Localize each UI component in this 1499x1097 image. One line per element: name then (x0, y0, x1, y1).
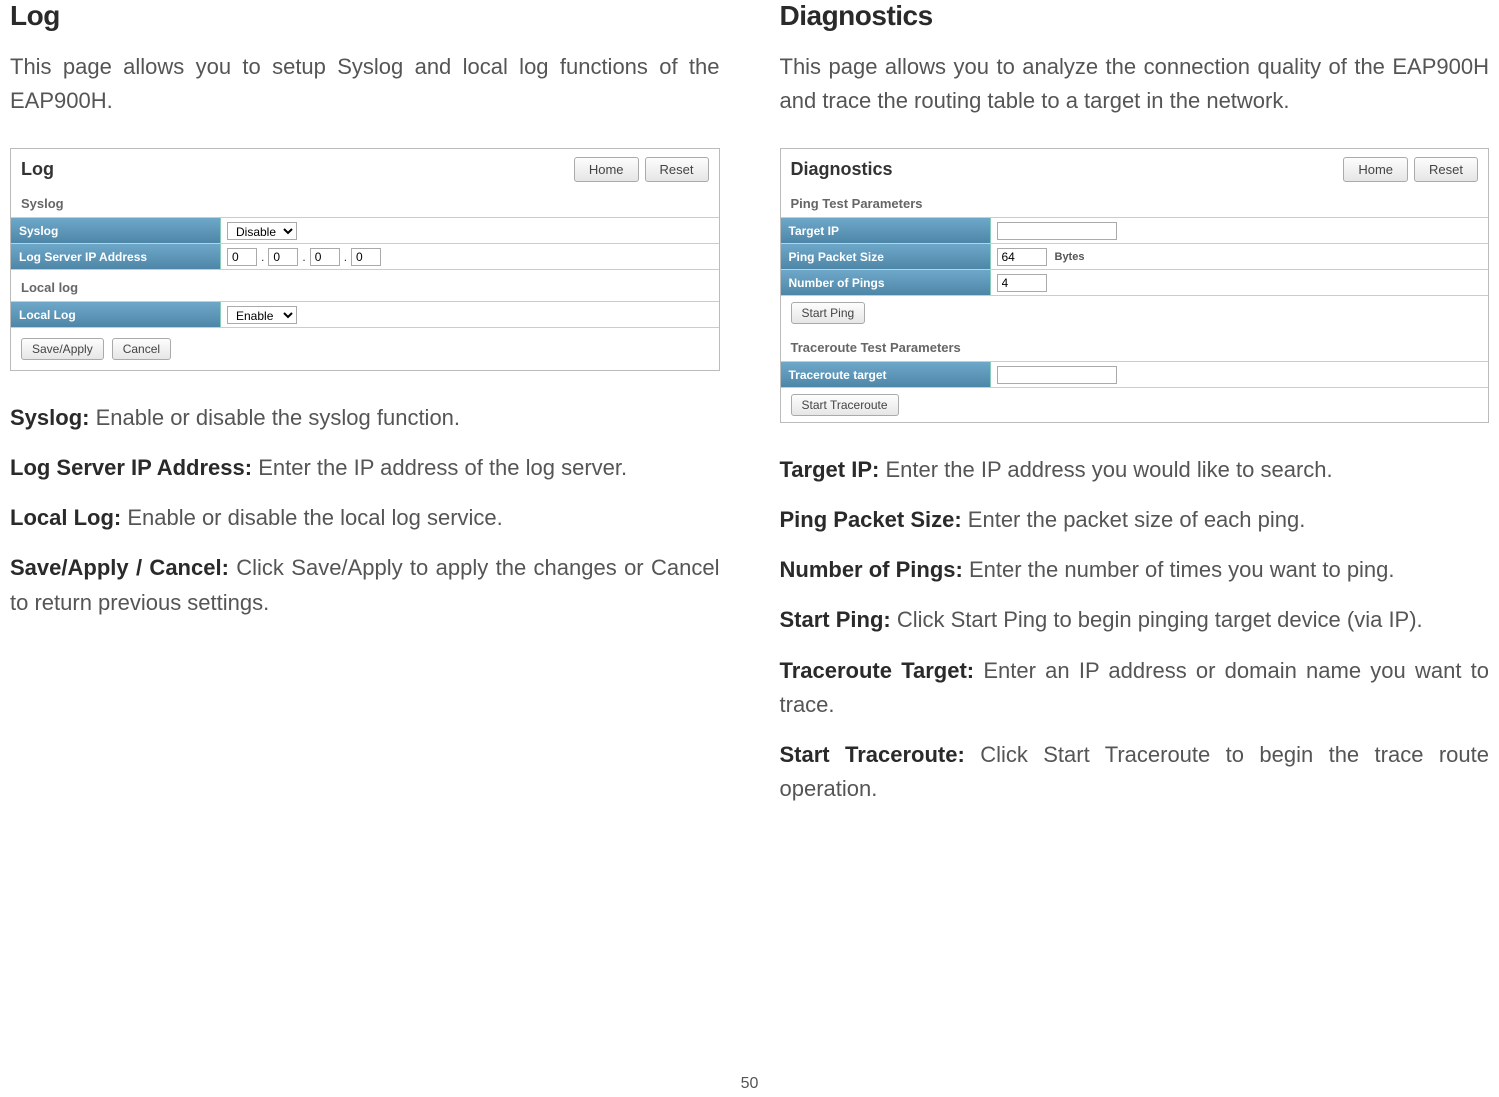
diagnostics-panel-title: Diagnostics (791, 159, 893, 180)
targetip-input[interactable] (997, 222, 1117, 240)
ip-dot: . (302, 250, 305, 264)
pps-row-label: Ping Packet Size (781, 244, 991, 269)
start-traceroute-button[interactable]: Start Traceroute (791, 394, 899, 416)
reset-button[interactable]: Reset (645, 157, 709, 182)
ip-octet-2[interactable] (310, 248, 340, 266)
nop-input[interactable] (997, 274, 1047, 292)
ip-octet-3[interactable] (351, 248, 381, 266)
locallog-row-label: Local Log (11, 302, 221, 327)
cancel-button[interactable]: Cancel (112, 338, 171, 360)
def-syslog: Syslog: Enable or disable the syslog fun… (10, 401, 720, 435)
log-panel-title: Log (21, 159, 54, 180)
page-number: 50 (741, 1075, 759, 1093)
right-column: Diagnostics This page allows you to anal… (770, 0, 1499, 822)
diagnostics-intro: This page allows you to analyze the conn… (780, 50, 1490, 118)
syslog-group-label: Syslog (11, 186, 719, 218)
log-intro: This page allows you to setup Syslog and… (10, 50, 720, 118)
ip-octet-0[interactable] (227, 248, 257, 266)
syslog-select[interactable]: Disable (227, 222, 297, 240)
diagnostics-heading: Diagnostics (780, 0, 1490, 32)
reset-button[interactable]: Reset (1414, 157, 1478, 182)
def-starttrace: Start Traceroute: Click Start Traceroute… (780, 738, 1490, 806)
log-heading: Log (10, 0, 720, 32)
ip-dot: . (261, 250, 264, 264)
def-nop: Number of Pings: Enter the number of tim… (780, 553, 1490, 587)
def-locallog: Local Log: Enable or disable the local l… (10, 501, 720, 535)
def-tracetarget: Traceroute Target: Enter an IP address o… (780, 654, 1490, 722)
start-ping-button[interactable]: Start Ping (791, 302, 866, 324)
save-apply-button[interactable]: Save/Apply (21, 338, 104, 360)
ping-group-label: Ping Test Parameters (781, 186, 1489, 218)
trace-group-label: Traceroute Test Parameters (781, 330, 1489, 362)
nop-row-label: Number of Pings (781, 270, 991, 295)
ip-dot: . (344, 250, 347, 264)
locallog-select[interactable]: Enable (227, 306, 297, 324)
def-saveapply: Save/Apply / Cancel: Click Save/Apply to… (10, 551, 720, 619)
home-button[interactable]: Home (574, 157, 639, 182)
trace-row-label: Traceroute target (781, 362, 991, 387)
pps-unit: Bytes (1055, 251, 1085, 263)
pps-input[interactable] (997, 248, 1047, 266)
home-button[interactable]: Home (1343, 157, 1408, 182)
trace-input[interactable] (997, 366, 1117, 384)
syslog-row-label: Syslog (11, 218, 221, 243)
locallog-group-label: Local log (11, 270, 719, 302)
targetip-row-label: Target IP (781, 218, 991, 243)
def-targetip: Target IP: Enter the IP address you woul… (780, 453, 1490, 487)
def-logserver: Log Server IP Address: Enter the IP addr… (10, 451, 720, 485)
diagnostics-panel: Diagnostics Home Reset Ping Test Paramet… (780, 148, 1490, 423)
log-panel: Log Home Reset Syslog Syslog Disable Log… (10, 148, 720, 371)
def-pps: Ping Packet Size: Enter the packet size … (780, 503, 1490, 537)
ip-octet-1[interactable] (268, 248, 298, 266)
left-column: Log This page allows you to setup Syslog… (0, 0, 730, 822)
def-startping: Start Ping: Click Start Ping to begin pi… (780, 603, 1490, 637)
logserver-row-label: Log Server IP Address (11, 244, 221, 269)
